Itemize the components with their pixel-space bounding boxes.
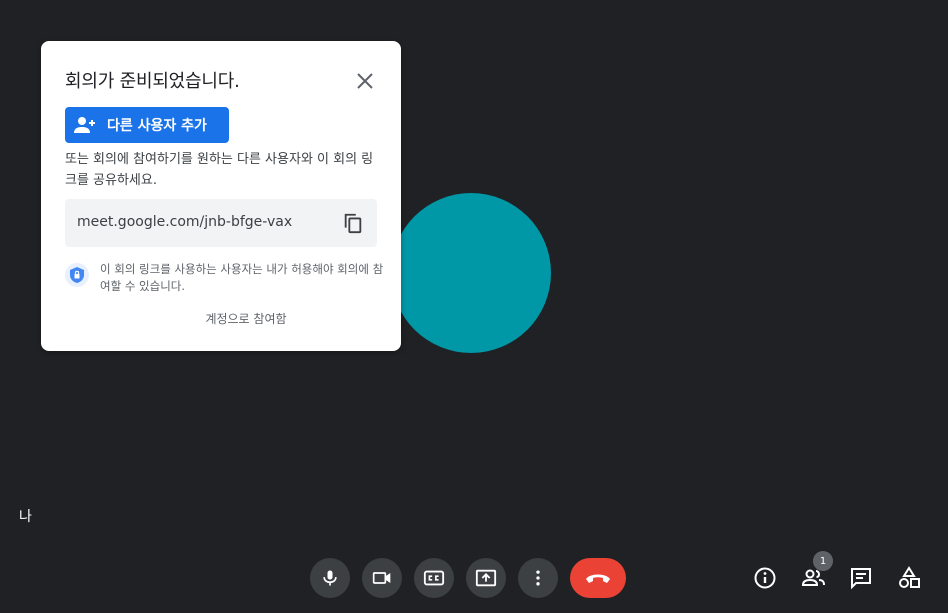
signin-status-link[interactable]: 계정으로 참여함	[41, 310, 451, 327]
captions-icon	[423, 570, 445, 586]
activities-icon	[899, 566, 920, 588]
camera-button[interactable]	[362, 558, 402, 598]
chat-button[interactable]	[849, 566, 873, 590]
close-button[interactable]	[351, 67, 379, 95]
present-screen-icon	[475, 569, 497, 587]
add-people-button[interactable]: 다른 사용자 추가	[65, 107, 229, 143]
meeting-info-button[interactable]	[753, 566, 777, 590]
activities-button[interactable]	[897, 566, 921, 590]
close-icon	[357, 73, 373, 89]
participant-avatar	[391, 193, 551, 353]
mic-button[interactable]	[310, 558, 350, 598]
hangup-icon	[586, 574, 610, 583]
present-screen-button[interactable]	[466, 558, 506, 598]
copy-icon	[344, 213, 362, 234]
meeting-info-icon	[754, 567, 776, 589]
meeting-link-box: meet.google.com/jnb-bfge-vax	[65, 199, 377, 247]
meeting-link-text[interactable]: meet.google.com/jnb-bfge-vax	[77, 214, 292, 230]
mic-icon	[323, 570, 337, 586]
leave-call-button[interactable]	[570, 558, 626, 598]
shield-lock-icon	[65, 263, 89, 287]
captions-button[interactable]	[414, 558, 454, 598]
person-add-icon	[73, 113, 97, 137]
meeting-ready-dialog: 회의가 준비되었습니다. 다른 사용자 추가 또는 회의에 참여하기를 원하는 …	[41, 41, 401, 351]
camera-icon	[372, 572, 391, 584]
copy-link-button[interactable]	[339, 209, 367, 237]
self-name-label: 나	[19, 509, 32, 525]
dialog-title: 회의가 준비되었습니다.	[65, 71, 240, 92]
participant-count-badge: 1	[813, 551, 833, 571]
more-options-icon	[536, 570, 540, 586]
share-description: 또는 회의에 참여하기를 원하는 다른 사용자와 이 회의 링크를 공유하세요.	[65, 152, 374, 188]
add-people-label: 다른 사용자 추가	[107, 118, 207, 134]
permission-note: 이 회의 링크를 사용하는 사용자는 내가 허용해야 회의에 참여할 수 있습니…	[100, 262, 384, 293]
meeting-stage: 나 회의가 준비되었습니다. 다른 사용자 추가 또는 회의에 참여하기를 원하…	[0, 0, 948, 613]
more-options-button[interactable]	[518, 558, 558, 598]
chat-icon	[851, 568, 871, 590]
